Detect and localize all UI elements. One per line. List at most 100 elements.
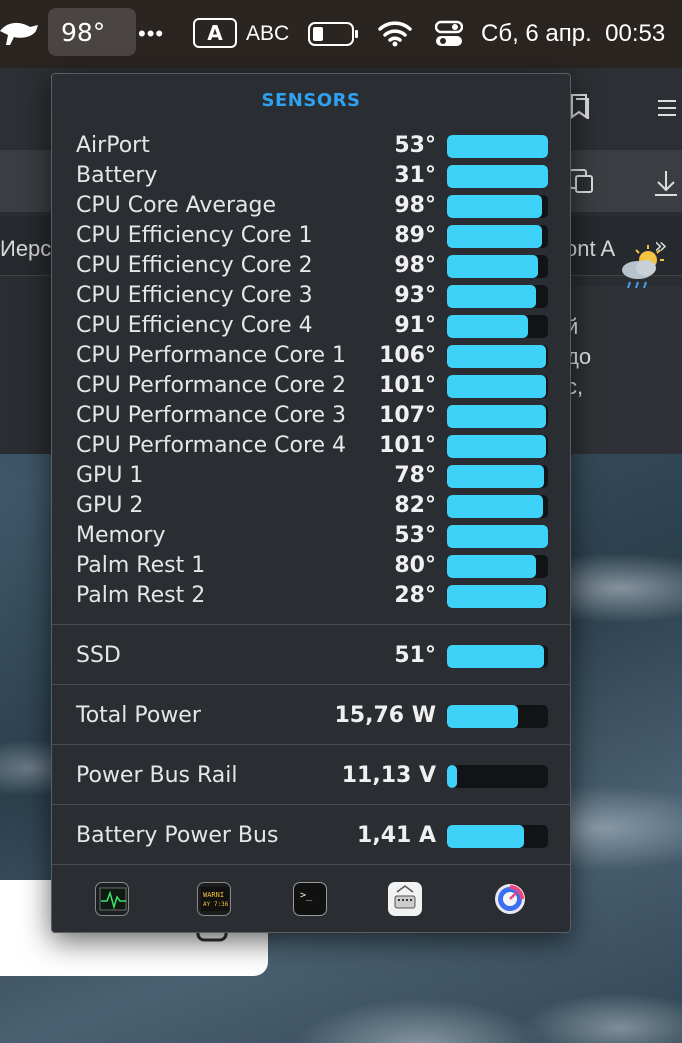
sensor-value: 101°: [379, 433, 436, 458]
sensor-value: 78°: [394, 463, 436, 488]
sensor-name: Battery: [76, 163, 158, 188]
sensor-name: CPU Core Average: [76, 193, 276, 218]
sensor-name: CPU Performance Core 1: [76, 343, 347, 368]
sensor-name: CPU Performance Core 4: [76, 433, 347, 458]
sensor-name: CPU Performance Core 3: [76, 403, 347, 428]
terminal-app-icon[interactable]: >_: [293, 882, 327, 916]
sensor-row: CPU Core Average 98°: [52, 191, 570, 221]
sensor-level-bar: [447, 555, 548, 578]
sensor-row: AirPort 53°: [52, 131, 570, 161]
istat-menus-app-icon[interactable]: [493, 882, 527, 916]
sensor-level-bar: [447, 465, 548, 488]
download-icon[interactable]: [652, 168, 680, 204]
sensor-value: 89°: [394, 223, 436, 248]
sensor-row-power-bus-rail: Power Bus Rail 11,13 V: [52, 761, 570, 791]
system-information-app-icon[interactable]: [388, 882, 422, 916]
input-source-badge[interactable]: A: [193, 18, 237, 48]
sensor-row-ssd: SSD 51°: [52, 641, 570, 671]
sensor-level-bar: [447, 495, 548, 518]
menu-bar: 98° ••• A ABC Сб, 6 апр. 00:53: [0, 0, 682, 68]
sensor-row: CPU Efficiency Core 1 89°: [52, 221, 570, 251]
sensor-level-bar: [447, 585, 548, 608]
sensor-name: CPU Efficiency Core 2: [76, 253, 313, 278]
sensor-value: 15,76 W: [334, 703, 436, 728]
svg-text:>_: >_: [300, 890, 313, 901]
sensor-value: 11,13 V: [341, 763, 436, 788]
sensors-popover: SENSORS AirPort 53° Battery 31° CPU Core Ave…: [51, 73, 571, 933]
sensor-row: Palm Rest 2 28°: [52, 581, 570, 611]
wifi-icon[interactable]: [378, 0, 412, 68]
section-divider: [52, 744, 570, 745]
sensor-name: CPU Efficiency Core 1: [76, 223, 313, 248]
sensor-row-battery-power-bus: Battery Power Bus 1,41 A: [52, 821, 570, 851]
bookmark-item-left[interactable]: Иерс: [0, 236, 51, 262]
svg-text:AY 7:36: AY 7:36: [203, 901, 229, 908]
sensor-value: 80°: [394, 553, 436, 578]
section-divider: [52, 804, 570, 805]
sensor-row-total-power: Total Power 15,76 W: [52, 701, 570, 731]
sensor-row: GPU 1 78°: [52, 461, 570, 491]
input-source-label[interactable]: ABC: [246, 0, 289, 68]
activity-monitor-app-icon[interactable]: [95, 882, 129, 916]
sensor-level-bar: [447, 255, 548, 278]
temperature-value: 98°: [61, 17, 106, 47]
sensor-name: Battery Power Bus: [76, 823, 279, 848]
sensor-level-bar: [447, 315, 548, 338]
sensor-name: SSD: [76, 643, 121, 668]
sensor-name: AirPort: [76, 133, 150, 158]
section-divider: [52, 684, 570, 685]
sensor-name: GPU 1: [76, 463, 144, 488]
sensor-value: 82°: [394, 493, 436, 518]
menu-bar-clock[interactable]: Сб, 6 апр. 00:53: [481, 0, 665, 68]
popover-title: SENSORS: [261, 90, 361, 111]
console-app-icon[interactable]: WARNI AY 7:36: [197, 882, 231, 916]
sensor-level-bar: [447, 645, 548, 668]
sensor-value: 98°: [394, 253, 436, 278]
sensor-value: 28°: [394, 583, 436, 608]
sensor-level-bar: [447, 345, 548, 368]
weather-widget: [552, 286, 682, 454]
sensor-value: 93°: [394, 283, 436, 308]
sensor-level-bar: [447, 705, 548, 728]
sensor-level-bar: [447, 405, 548, 428]
sensor-value: 51°: [394, 643, 436, 668]
sensor-level-bar: [447, 765, 548, 788]
sensor-value: 53°: [394, 523, 436, 548]
sensor-row: CPU Efficiency Core 4 91°: [52, 311, 570, 341]
temperature-menu-item[interactable]: 98°: [48, 8, 136, 56]
sensor-level-bar: [447, 375, 548, 398]
more-icon[interactable]: •••: [138, 0, 164, 68]
section-divider: [52, 624, 570, 625]
sensor-level-bar: [447, 165, 548, 188]
cat-app-icon[interactable]: [0, 0, 40, 68]
sensor-value: 101°: [379, 373, 436, 398]
sensor-row: Palm Rest 1 80°: [52, 551, 570, 581]
control-center-icon[interactable]: [435, 0, 463, 68]
sensor-level-bar: [447, 285, 548, 308]
svg-text:WARNI: WARNI: [203, 891, 224, 899]
sensor-name: Palm Rest 2: [76, 583, 206, 608]
sensor-value: 1,41 A: [357, 823, 436, 848]
menu-icon[interactable]: [656, 96, 678, 124]
sensor-level-bar: [447, 195, 548, 218]
sensor-name: Total Power: [76, 703, 201, 728]
sensor-level-bar: [447, 135, 548, 158]
sensor-row: CPU Efficiency Core 2 98°: [52, 251, 570, 281]
sensor-name: Palm Rest 1: [76, 553, 206, 578]
sensor-level-bar: [447, 225, 548, 248]
sensor-row: CPU Performance Core 3 107°: [52, 401, 570, 431]
sensor-row: Memory 53°: [52, 521, 570, 551]
bookmark-item-right[interactable]: ont A: [565, 236, 615, 262]
sensor-value: 107°: [379, 403, 436, 428]
sensor-name: CPU Efficiency Core 4: [76, 313, 313, 338]
sensor-name: Memory: [76, 523, 166, 548]
sensor-level-bar: [447, 525, 548, 548]
sensor-row: CPU Performance Core 2 101°: [52, 371, 570, 401]
battery-icon[interactable]: [308, 0, 360, 68]
sensor-value: 91°: [394, 313, 436, 338]
sensor-name: CPU Efficiency Core 3: [76, 283, 313, 308]
sensor-row: CPU Performance Core 4 101°: [52, 431, 570, 461]
sensor-level-bar: [447, 825, 548, 848]
sensor-value: 98°: [394, 193, 436, 218]
sensor-row: GPU 2 82°: [52, 491, 570, 521]
